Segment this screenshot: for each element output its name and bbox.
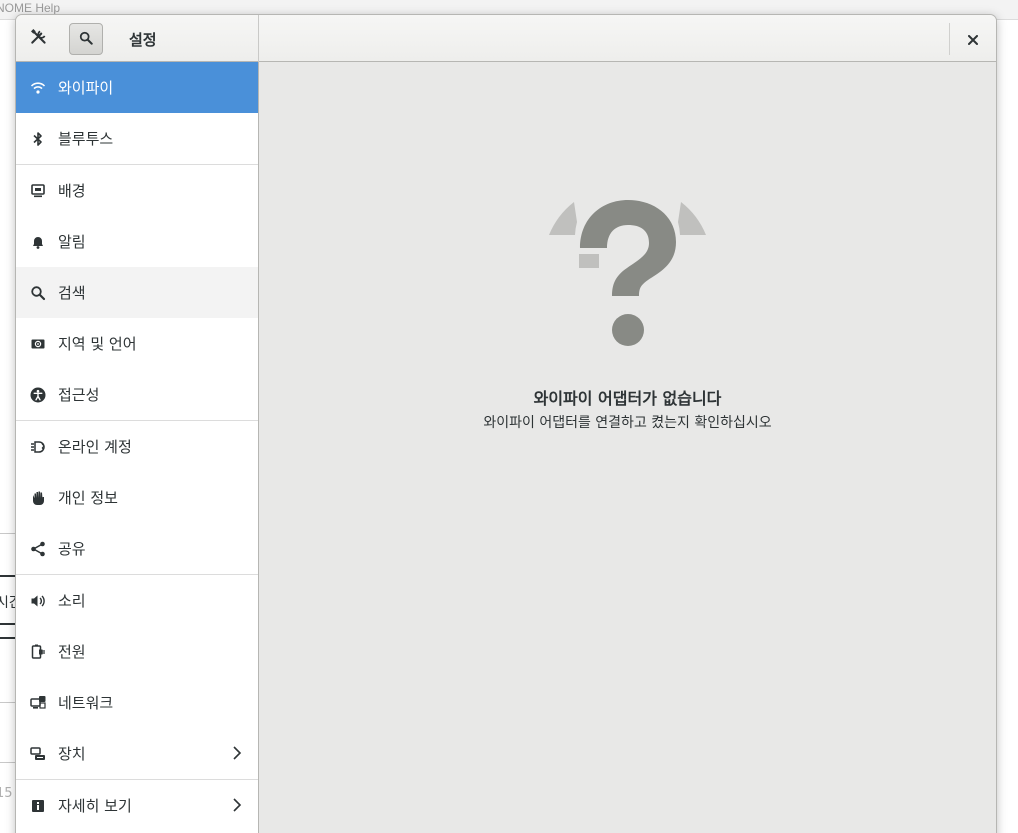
sidebar-item-network[interactable]: 네트워크: [16, 677, 258, 728]
wifi-panel: 와이파이 어댑터가 없습니다 와이파이 어댑터를 연결하고 켰는지 확인하십시오: [259, 62, 996, 833]
sidebar-item-label: 지역 및 언어: [58, 335, 137, 353]
background-rule: [0, 623, 16, 625]
background-divider: [0, 762, 16, 763]
sidebar-item-label: 전원: [58, 643, 86, 661]
sidebar-item-label: 검색: [58, 284, 86, 302]
window-title: 설정: [129, 31, 157, 49]
network-icon: [30, 695, 46, 711]
region-icon: [30, 336, 46, 352]
sidebar-item-label: 배경: [58, 182, 86, 200]
power-plug-icon: [30, 644, 46, 660]
tools-button[interactable]: [22, 23, 56, 55]
close-button[interactable]: [957, 23, 989, 55]
sidebar-item-accessibility[interactable]: 접근성: [16, 369, 258, 420]
header-bar: 설정: [16, 15, 996, 62]
header-left-pane: 설정: [16, 15, 259, 62]
sidebar-item-background[interactable]: 배경: [16, 165, 258, 216]
wifi-icon: [30, 80, 46, 96]
sidebar-item-sound[interactable]: 소리: [16, 575, 258, 626]
tools-icon: [30, 28, 48, 50]
devices-icon: [30, 746, 46, 762]
background-rule: [0, 575, 16, 577]
share-icon: [30, 541, 46, 557]
sidebar-item-label: 접근성: [58, 386, 100, 404]
settings-sidebar: 와이파이 블루투스 배경 알림 검색 지역 및 언어 접근성 온라인 계정 개인…: [16, 62, 259, 833]
sidebar-item-label: 온라인 계정: [58, 438, 132, 456]
search-icon: [30, 285, 46, 301]
sidebar-item-label: 소리: [58, 592, 86, 610]
sidebar-item-label: 와이파이: [58, 79, 114, 97]
bluetooth-icon: [30, 131, 46, 147]
bell-icon: [30, 234, 46, 250]
settings-window: 설정 와이파이 블루투스 배경 알림 검색 지역 및 언어 접근성 온라인 계정…: [15, 14, 997, 833]
online-accounts-icon: [30, 439, 46, 455]
background-icon: [30, 183, 46, 199]
sidebar-item-label: 네트워크: [58, 694, 114, 712]
sidebar-item-label: 알림: [58, 233, 86, 251]
chevron-right-icon: [233, 746, 242, 760]
sidebar-item-details[interactable]: 자세히 보기: [16, 780, 258, 831]
close-icon: [968, 30, 978, 49]
sidebar-item-notifications[interactable]: 알림: [16, 216, 258, 267]
chevron-right-icon: [233, 798, 242, 812]
background-divider: [0, 533, 16, 534]
sidebar-item-privacy[interactable]: 개인 정보: [16, 472, 258, 523]
sidebar-item-label: 공유: [58, 540, 86, 558]
accessibility-icon: [30, 387, 46, 403]
sidebar-item-bluetooth[interactable]: 블루투스: [16, 113, 258, 164]
sidebar-item-devices[interactable]: 장치: [16, 728, 258, 779]
sidebar-item-power[interactable]: 전원: [16, 626, 258, 677]
background-text: 15: [0, 786, 13, 801]
sidebar-item-label: 자세히 보기: [58, 797, 132, 815]
no-adapter-title: 와이파이 어댑터가 없습니다: [533, 389, 722, 408]
question-mark-icon: [547, 188, 708, 353]
background-rule: [0, 637, 16, 639]
sidebar-item-region-language[interactable]: 지역 및 언어: [16, 318, 258, 369]
no-adapter-description: 와이파이 어댑터를 연결하고 켰는지 확인하십시오: [483, 415, 772, 431]
background-window-title: NOME Help: [0, 1, 61, 15]
search-button[interactable]: [69, 23, 103, 55]
sidebar-item-label: 개인 정보: [58, 489, 118, 507]
sidebar-item-search[interactable]: 검색: [16, 267, 258, 318]
privacy-hand-icon: [30, 490, 46, 506]
background-divider: [0, 702, 16, 703]
info-icon: [30, 798, 46, 814]
header-separator: [949, 23, 950, 55]
sidebar-item-label: 블루투스: [58, 130, 114, 148]
search-icon: [79, 30, 93, 49]
sidebar-item-sharing[interactable]: 공유: [16, 523, 258, 574]
speaker-icon: [30, 593, 46, 609]
sidebar-item-online-accounts[interactable]: 온라인 계정: [16, 421, 258, 472]
sidebar-item-wifi[interactable]: 와이파이: [16, 62, 258, 113]
sidebar-item-label: 장치: [58, 745, 86, 763]
